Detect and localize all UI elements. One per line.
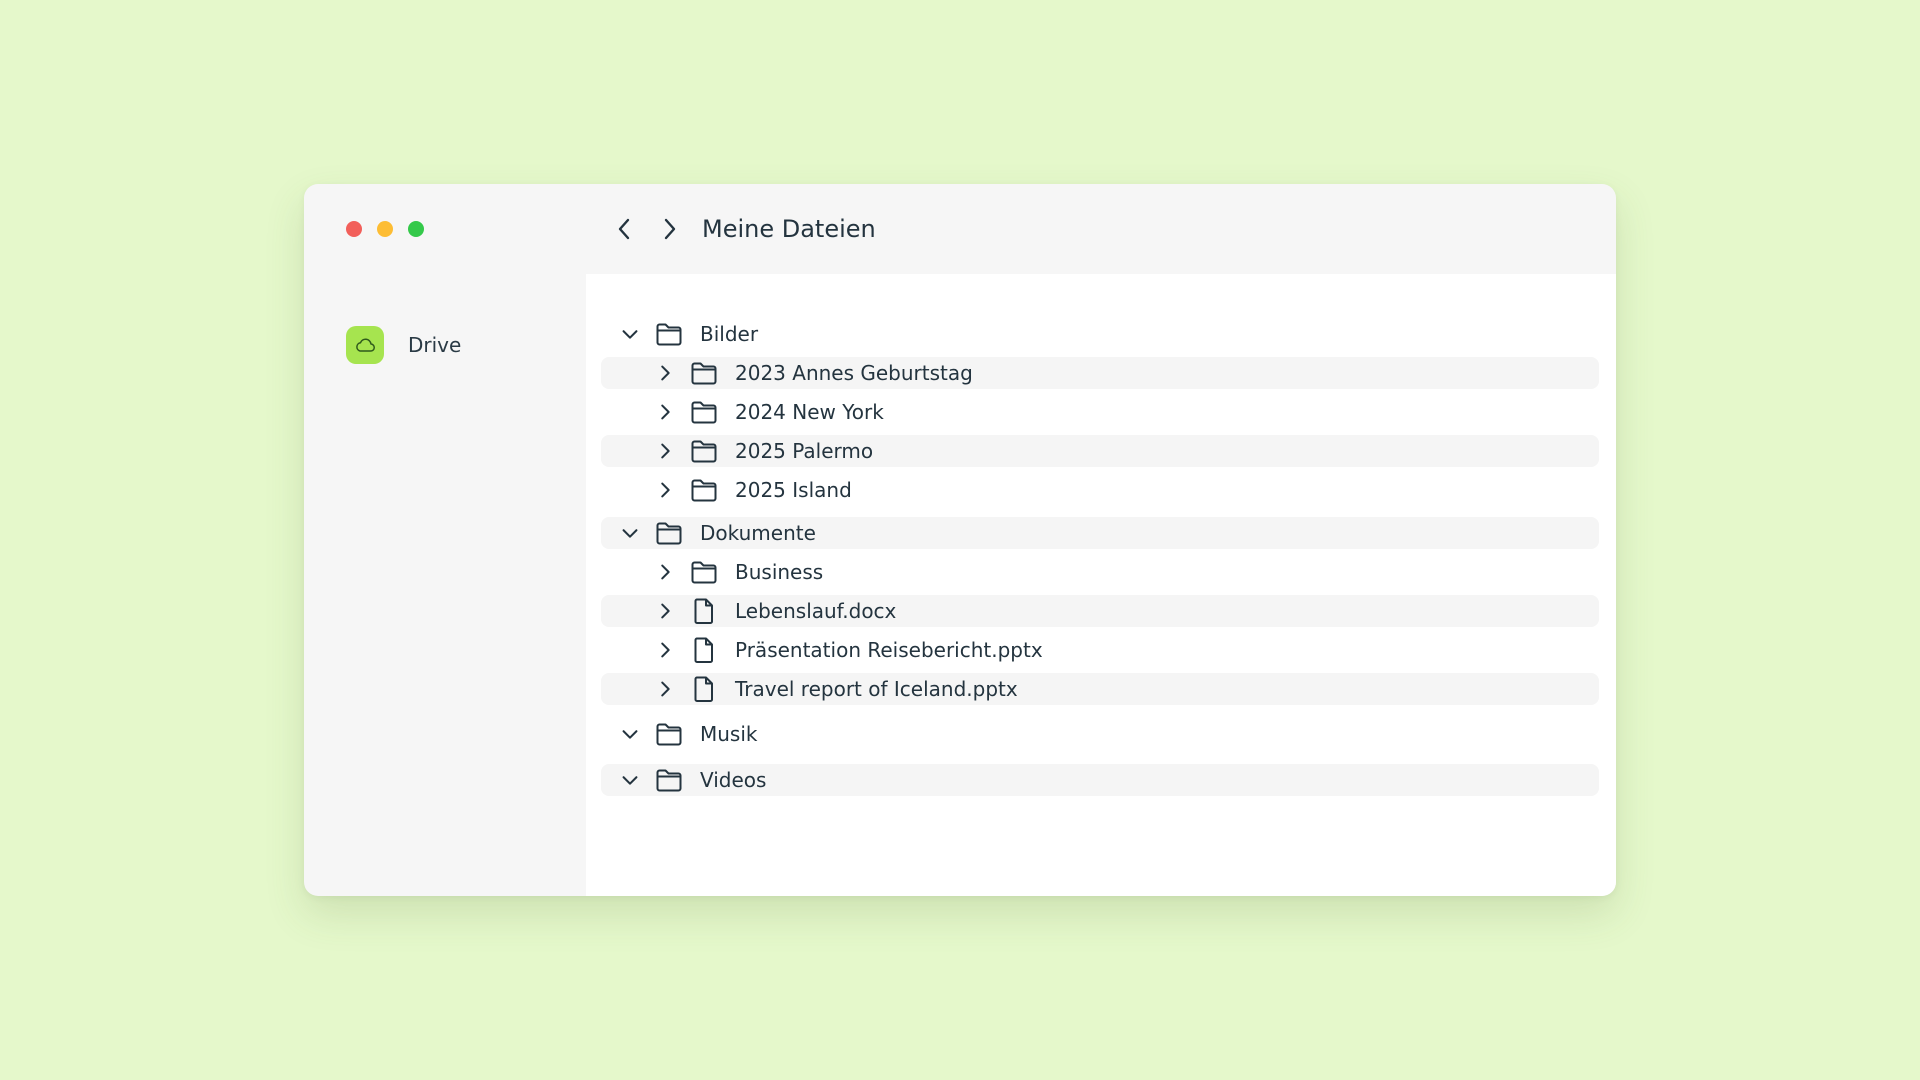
tree-item-label: 2023 Annes Geburtstag	[735, 361, 973, 385]
folder-icon	[654, 319, 684, 349]
folder-icon	[689, 397, 719, 427]
tree-item-label: 2025 Island	[735, 478, 852, 502]
tree-item-label: Bilder	[700, 322, 759, 346]
sidebar: Drive	[304, 274, 586, 896]
tree-folder-videos[interactable]: Videos	[601, 764, 1599, 796]
tree-folder-musik[interactable]: Musik	[601, 718, 1599, 750]
forward-button[interactable]	[654, 211, 684, 247]
tree-item-label: Präsentation Reisebericht.pptx	[735, 638, 1043, 662]
folder-icon	[689, 557, 719, 587]
cloud-icon	[346, 326, 384, 364]
back-button[interactable]	[610, 211, 640, 247]
chevron-right-icon[interactable]	[653, 677, 677, 701]
tree-item-label: 2025 Palermo	[735, 439, 874, 463]
tree-folder-2024-new-york[interactable]: 2024 New York	[601, 396, 1599, 428]
file-icon	[689, 635, 719, 665]
sidebar-item-drive[interactable]: Drive	[346, 326, 461, 364]
chevron-down-icon[interactable]	[618, 322, 642, 346]
chevron-left-icon	[618, 218, 630, 240]
folder-icon	[689, 358, 719, 388]
chevron-right-icon[interactable]	[653, 560, 677, 584]
folder-icon	[654, 719, 684, 749]
window-controls	[346, 221, 424, 237]
folder-icon	[689, 475, 719, 505]
tree-file-lebenslauf[interactable]: Lebenslauf.docx	[601, 595, 1599, 627]
tree-folder-2025-palermo[interactable]: 2025 Palermo	[601, 435, 1599, 467]
minimize-window-button[interactable]	[377, 221, 393, 237]
chevron-right-icon[interactable]	[653, 599, 677, 623]
tree-item-label: Dokumente	[700, 521, 816, 545]
file-icon	[689, 674, 719, 704]
sidebar-item-label: Drive	[408, 333, 462, 357]
tree-item-label: Business	[735, 560, 824, 584]
toolbar: Meine Dateien	[586, 184, 1616, 274]
tree-file-travel-report-iceland[interactable]: Travel report of Iceland.pptx	[601, 673, 1599, 705]
chevron-right-icon[interactable]	[653, 400, 677, 424]
file-tree: Bilder 2023 Annes Geburtstag 2024 New Yo…	[586, 274, 1616, 896]
close-window-button[interactable]	[346, 221, 362, 237]
page-title: Meine Dateien	[702, 215, 876, 243]
tree-folder-business[interactable]: Business	[601, 556, 1599, 588]
chevron-right-icon[interactable]	[653, 478, 677, 502]
folder-icon	[689, 436, 719, 466]
folder-icon	[654, 518, 684, 548]
tree-item-label: 2024 New York	[735, 400, 884, 424]
tree-folder-2025-island[interactable]: 2025 Island	[601, 474, 1599, 506]
tree-folder-2023-annes-geburtstag[interactable]: 2023 Annes Geburtstag	[601, 357, 1599, 389]
file-browser-window: Drive Meine Dateien Bilder 2023 Annes Ge…	[304, 184, 1616, 896]
tree-item-label: Videos	[700, 768, 767, 792]
chevron-right-icon[interactable]	[653, 361, 677, 385]
tree-folder-dokumente[interactable]: Dokumente	[601, 517, 1599, 549]
chevron-down-icon[interactable]	[618, 722, 642, 746]
chevron-down-icon[interactable]	[618, 521, 642, 545]
chevron-right-icon[interactable]	[653, 439, 677, 463]
chevron-right-icon	[664, 218, 676, 240]
tree-item-label: Travel report of Iceland.pptx	[735, 677, 1018, 701]
tree-file-praesentation-reisebericht[interactable]: Präsentation Reisebericht.pptx	[601, 634, 1599, 666]
folder-icon	[654, 765, 684, 795]
tree-item-label: Musik	[700, 722, 758, 746]
tree-item-label: Lebenslauf.docx	[735, 599, 897, 623]
chevron-down-icon[interactable]	[618, 768, 642, 792]
file-icon	[689, 596, 719, 626]
tree-folder-bilder[interactable]: Bilder	[601, 318, 1599, 350]
chevron-right-icon[interactable]	[653, 638, 677, 662]
maximize-window-button[interactable]	[408, 221, 424, 237]
